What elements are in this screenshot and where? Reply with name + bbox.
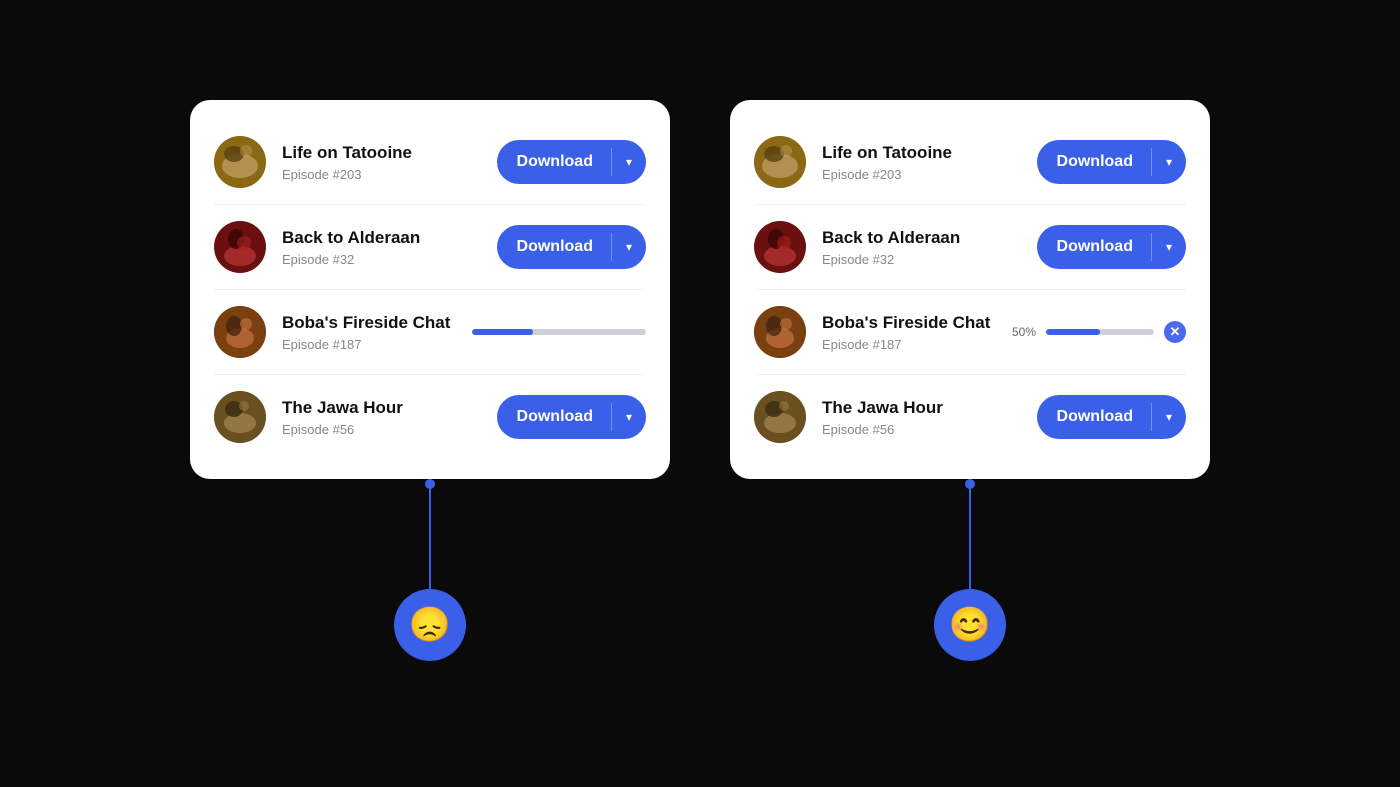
download-button[interactable]: Download ▾ xyxy=(497,140,646,184)
avatar xyxy=(214,306,266,358)
avatar xyxy=(754,221,806,273)
episode-title: The Jawa Hour xyxy=(822,397,1021,419)
episode-info: The Jawa Hour Episode #56 xyxy=(822,397,1021,436)
progress-percent: 50% xyxy=(1012,325,1036,339)
download-label: Download xyxy=(497,408,611,426)
download-label: Download xyxy=(1037,153,1151,171)
cancel-download-button[interactable]: ✕ xyxy=(1164,321,1186,343)
chevron-down-icon: ▾ xyxy=(612,410,646,424)
connector-dot xyxy=(425,479,435,489)
chevron-down-icon: ▾ xyxy=(1152,410,1186,424)
episode-subtitle: Episode #32 xyxy=(282,252,481,267)
avatar xyxy=(754,306,806,358)
progress-track xyxy=(472,329,646,335)
chevron-down-icon: ▾ xyxy=(612,155,646,169)
chevron-down-icon: ▾ xyxy=(612,240,646,254)
episode-title: Boba's Fireside Chat xyxy=(822,312,996,334)
episode-info: Boba's Fireside Chat Episode #187 xyxy=(822,312,996,351)
episode-info: Back to Alderaan Episode #32 xyxy=(822,227,1021,266)
episode-title: Boba's Fireside Chat xyxy=(282,312,456,334)
episode-row: The Jawa Hour Episode #56 Download ▾ xyxy=(754,374,1186,459)
avatar xyxy=(214,136,266,188)
episode-subtitle: Episode #56 xyxy=(282,422,481,437)
episode-subtitle: Episode #56 xyxy=(822,422,1021,437)
left-connector: 😞 xyxy=(394,479,466,661)
left-card: Life on Tatooine Episode #203 Download ▾ xyxy=(190,100,670,479)
episode-subtitle: Episode #187 xyxy=(282,337,456,352)
episode-info: Life on Tatooine Episode #203 xyxy=(282,142,481,181)
episode-info: The Jawa Hour Episode #56 xyxy=(282,397,481,436)
sad-emoji-icon: 😞 xyxy=(409,605,451,645)
happy-emoji-icon: 😊 xyxy=(949,605,991,645)
episode-info: Boba's Fireside Chat Episode #187 xyxy=(282,312,456,351)
left-panel-wrapper: Life on Tatooine Episode #203 Download ▾ xyxy=(190,100,670,661)
episode-row: Back to Alderaan Episode #32 Download ▾ xyxy=(754,204,1186,289)
avatar xyxy=(754,136,806,188)
avatar xyxy=(214,391,266,443)
episode-subtitle: Episode #32 xyxy=(822,252,1021,267)
download-button[interactable]: Download ▾ xyxy=(497,395,646,439)
episode-title: Back to Alderaan xyxy=(282,227,481,249)
download-label: Download xyxy=(497,238,611,256)
episode-subtitle: Episode #203 xyxy=(822,167,1021,182)
episode-row: The Jawa Hour Episode #56 Download ▾ xyxy=(214,374,646,459)
episode-title: Life on Tatooine xyxy=(822,142,1021,164)
happy-emoji-circle: 😊 xyxy=(934,589,1006,661)
download-label: Download xyxy=(1037,238,1151,256)
download-button[interactable]: Download ▾ xyxy=(1037,140,1186,184)
sad-emoji-circle: 😞 xyxy=(394,589,466,661)
chevron-down-icon: ▾ xyxy=(1152,155,1186,169)
episode-subtitle: Episode #187 xyxy=(822,337,996,352)
episode-subtitle: Episode #203 xyxy=(282,167,481,182)
episode-row: Boba's Fireside Chat Episode #187 xyxy=(214,289,646,374)
right-connector: 😊 xyxy=(934,479,1006,661)
progress-fill xyxy=(1046,329,1100,335)
episode-title: The Jawa Hour xyxy=(282,397,481,419)
connector-line xyxy=(969,489,971,589)
episode-row: Life on Tatooine Episode #203 Download ▾ xyxy=(754,120,1186,204)
chevron-down-icon: ▾ xyxy=(1152,240,1186,254)
download-button[interactable]: Download ▾ xyxy=(497,225,646,269)
download-button[interactable]: Download ▾ xyxy=(1037,225,1186,269)
progress-track xyxy=(1046,329,1154,335)
right-panel-wrapper: Life on Tatooine Episode #203 Download ▾ xyxy=(730,100,1210,661)
progress-fill xyxy=(472,329,533,335)
episode-title: Life on Tatooine xyxy=(282,142,481,164)
episode-title: Back to Alderaan xyxy=(822,227,1021,249)
download-label: Download xyxy=(1037,408,1151,426)
connector-dot xyxy=(965,479,975,489)
avatar xyxy=(214,221,266,273)
progress-container: 50% ✕ xyxy=(1012,321,1186,343)
episode-row: Boba's Fireside Chat Episode #187 50% ✕ xyxy=(754,289,1186,374)
connector-line xyxy=(429,489,431,589)
avatar xyxy=(754,391,806,443)
download-label: Download xyxy=(497,153,611,171)
episode-row: Back to Alderaan Episode #32 Download ▾ xyxy=(214,204,646,289)
episode-info: Life on Tatooine Episode #203 xyxy=(822,142,1021,181)
progress-container xyxy=(472,329,646,335)
right-card: Life on Tatooine Episode #203 Download ▾ xyxy=(730,100,1210,479)
episode-row: Life on Tatooine Episode #203 Download ▾ xyxy=(214,120,646,204)
episode-info: Back to Alderaan Episode #32 xyxy=(282,227,481,266)
download-button[interactable]: Download ▾ xyxy=(1037,395,1186,439)
